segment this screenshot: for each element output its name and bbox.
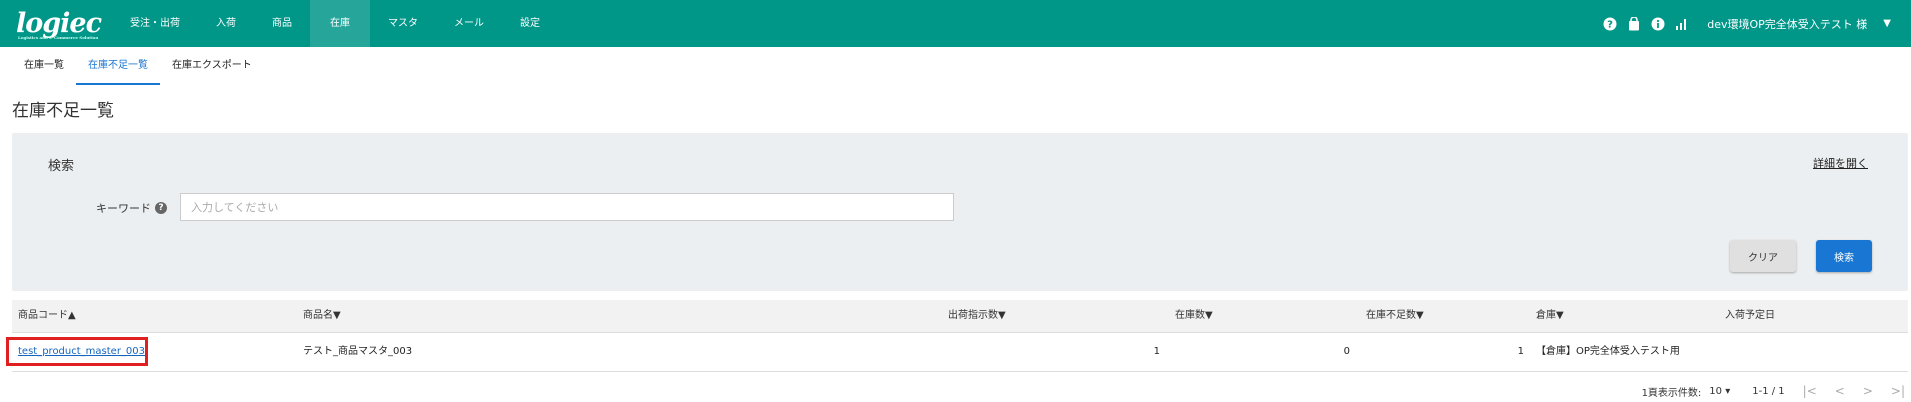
search-panel-title: 検索 xyxy=(48,159,75,174)
col-shortage-qty[interactable]: 在庫不足数▼ xyxy=(1366,300,1424,332)
nav-receiving[interactable]: 入荷 xyxy=(198,0,254,47)
col-ship-qty[interactable]: 出荷指示数▼ xyxy=(948,300,1006,332)
keyword-label: キーワード ? xyxy=(96,200,167,216)
page-title: 在庫不足一覧 xyxy=(12,101,114,121)
nav-master[interactable]: マスタ xyxy=(370,0,436,47)
pagination: 1頁表示件数: 10 ▾ 1-1 / 1 |< < > >| xyxy=(1642,381,1905,401)
help-icon[interactable]: ? xyxy=(155,202,167,214)
product-name-cell: テスト_商品マスタ_003 xyxy=(303,346,413,357)
page-range: 1-1 / 1 xyxy=(1752,385,1785,397)
signal-icon[interactable] xyxy=(1675,17,1689,31)
warehouse-cell: 【倉庫】OP完全体受入テスト用 xyxy=(1536,346,1680,357)
header-actions: ? dev環境OP完全体受入テスト 様 ▼ xyxy=(1603,0,1891,47)
keyword-input[interactable] xyxy=(180,193,954,221)
table-row: test_product_master_003 テスト_商品マスタ_003 1 … xyxy=(12,333,1908,372)
col-product-name[interactable]: 商品名▼ xyxy=(303,300,341,332)
bag-icon[interactable] xyxy=(1627,16,1641,31)
prev-page-button[interactable]: < xyxy=(1835,384,1845,398)
nav-inventory[interactable]: 在庫 xyxy=(310,0,370,47)
sub-nav: 在庫一覧 在庫不足一覧 在庫エクスポート xyxy=(12,47,264,85)
first-page-button[interactable]: |< xyxy=(1803,384,1817,398)
help-icon[interactable]: ? xyxy=(1603,17,1617,31)
shortage-qty-cell: 1 xyxy=(1517,346,1524,357)
search-button[interactable]: 検索 xyxy=(1816,240,1872,272)
tab-stock-export[interactable]: 在庫エクスポート xyxy=(160,47,264,85)
table-header: 商品コード▲ 商品名▼ 出荷指示数▼ 在庫数▼ 在庫不足数▼ 倉庫▼ 入荷予定日 xyxy=(12,300,1908,333)
ship-qty-cell: 1 xyxy=(1153,346,1160,357)
col-warehouse[interactable]: 倉庫▼ xyxy=(1536,300,1564,332)
main-nav: 受注・出荷 入荷 商品 在庫 マスタ メール 設定 xyxy=(112,0,558,47)
logo[interactable]: logiec Logistics and E-Commerce Solution xyxy=(16,8,102,41)
per-page-label: 1頁表示件数: xyxy=(1641,387,1702,399)
per-page-select[interactable]: 10 ▾ xyxy=(1709,386,1730,397)
search-panel: 検索 詳細を開く キーワード ? クリア 検索 xyxy=(12,133,1908,291)
nav-mail[interactable]: メール xyxy=(436,0,502,47)
svg-text:?: ? xyxy=(1607,19,1613,30)
chevron-down-icon[interactable]: ▼ xyxy=(1883,18,1891,29)
clear-button[interactable]: クリア xyxy=(1730,240,1796,272)
tab-stock-shortage[interactable]: 在庫不足一覧 xyxy=(76,47,160,85)
nav-products[interactable]: 商品 xyxy=(254,0,310,47)
keyword-label-text: キーワード xyxy=(96,202,151,215)
nav-settings[interactable]: 設定 xyxy=(502,0,558,47)
last-page-button[interactable]: >| xyxy=(1891,384,1905,398)
info-icon[interactable] xyxy=(1651,17,1665,31)
tab-stock-list[interactable]: 在庫一覧 xyxy=(12,47,76,85)
col-product-code[interactable]: 商品コード▲ xyxy=(18,300,76,332)
top-header: logiec Logistics and E-Commerce Solution… xyxy=(0,0,1911,47)
stock-qty-cell: 0 xyxy=(1343,346,1350,357)
nav-orders-shipping[interactable]: 受注・出荷 xyxy=(112,0,198,47)
per-page-value: 10 xyxy=(1709,385,1723,397)
open-details-link[interactable]: 詳細を開く xyxy=(1813,155,1868,171)
col-stock-qty[interactable]: 在庫数▼ xyxy=(1175,300,1213,332)
col-arrival-date: 入荷予定日 xyxy=(1725,310,1775,321)
user-menu[interactable]: dev環境OP完全体受入テスト 様 xyxy=(1707,16,1867,32)
next-page-button[interactable]: > xyxy=(1863,384,1873,398)
highlight-box xyxy=(6,337,148,366)
